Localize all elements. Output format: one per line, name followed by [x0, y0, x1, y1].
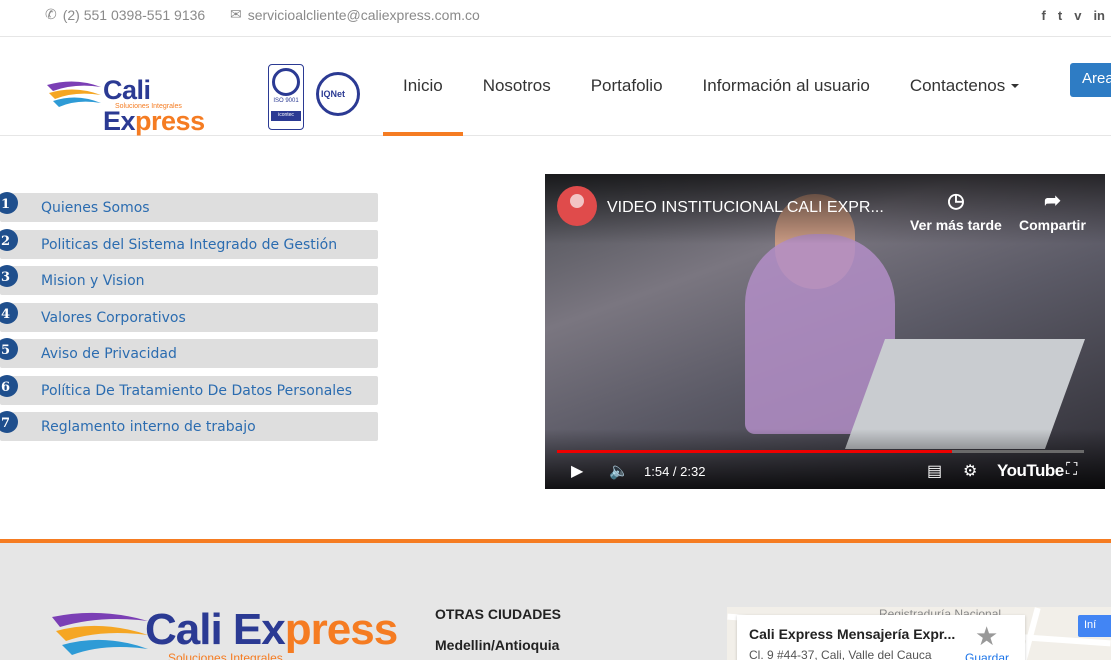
menu-item-label[interactable]: Mision y Vision	[41, 273, 145, 289]
number-badge: 3	[0, 265, 18, 287]
vine-icon[interactable]: v	[1074, 8, 1081, 23]
menu-item-label[interactable]: Reglamento interno de trabajo	[41, 419, 256, 435]
footer-logo-text: Cali Express	[145, 605, 398, 654]
footer: Cali Express Soluciones Integrales OTRAS…	[0, 539, 1111, 660]
number-badge: 7	[0, 411, 18, 433]
place-name[interactable]: Cali Express Mensajería Expr...	[749, 626, 955, 642]
nav-nosotros[interactable]: Nosotros	[463, 37, 571, 135]
iso-certification-badge: ISO 9001 icontec	[268, 64, 304, 130]
captions-icon[interactable]: ▤	[927, 461, 942, 481]
number-badge: 4	[0, 301, 18, 324]
menu-item-reglamento[interactable]: 7 Reglamento interno de trabajo	[0, 411, 378, 441]
settings-gear-icon[interactable]: ⚙	[963, 461, 977, 481]
about-menu: 1 Quienes Somos 2 Politicas del Sistema …	[0, 192, 380, 449]
facebook-icon[interactable]: f	[1042, 8, 1046, 23]
menu-item-label[interactable]: Quienes Somos	[41, 200, 150, 216]
share-icon: ➦	[1044, 190, 1061, 212]
logo[interactable]: Cali Express Soluciones Integrales	[45, 75, 255, 136]
menu-item-aviso-privacidad[interactable]: 5 Aviso de Privacidad	[0, 338, 378, 368]
logo-swoosh-icon	[52, 612, 148, 655]
social-links: f t v in	[1042, 8, 1105, 23]
menu-item-quienes-somos[interactable]: 1 Quienes Somos	[0, 192, 378, 222]
watch-later-label: Ver más tarde	[910, 217, 1002, 233]
city-link[interactable]: Medellin/Antioquia	[435, 637, 559, 653]
footer-logo-subtitle: Soluciones Integrales	[168, 651, 283, 660]
iqnet-certification-badge: IQNet	[316, 72, 360, 116]
phone-contact: ✆ (2) 551 0398-551 9136	[45, 6, 205, 23]
youtube-logo[interactable]: YouTube	[997, 461, 1064, 481]
share-label: Compartir	[1019, 217, 1086, 233]
caret-down-icon	[1011, 84, 1020, 88]
footer-logo[interactable]: Cali Express Soluciones Integrales	[50, 605, 410, 660]
main-nav: Inicio Nosotros Portafolio Información a…	[383, 37, 1039, 136]
video-progress-fill	[557, 450, 953, 453]
video-title[interactable]: VIDEO INSTITUCIONAL CALI EXPR...	[607, 199, 884, 217]
phone-icon: ✆	[45, 6, 57, 22]
menu-item-label[interactable]: Politicas del Sistema Integrado de Gesti…	[41, 237, 337, 253]
mail-icon: ✉	[230, 6, 242, 22]
area-button[interactable]: Area	[1070, 63, 1111, 97]
menu-item-tratamiento-datos[interactable]: 6 Política De Tratamiento De Datos Perso…	[0, 374, 378, 405]
top-bar: ✆ (2) 551 0398-551 9136 ✉ servicioalclie…	[0, 0, 1111, 37]
video-progress-bar[interactable]	[557, 450, 1084, 453]
logo-subtitle: Soluciones Integrales	[115, 103, 182, 110]
channel-avatar[interactable]	[557, 186, 597, 226]
nav-contactenos[interactable]: Contactenos	[890, 37, 1039, 135]
place-address: Cl. 9 #44-37, Cali, Valle del Cauca	[749, 648, 932, 660]
nav-informacion-usuario[interactable]: Información al usuario	[683, 37, 890, 135]
watch-later-button[interactable]: ◷ Ver más tarde	[910, 188, 1002, 233]
twitter-icon[interactable]: t	[1058, 8, 1062, 23]
video-time: 1:54 / 2:32	[644, 464, 706, 479]
nav-contactenos-label: Contactenos	[909, 76, 1006, 95]
logo-swoosh-icon	[47, 81, 101, 107]
email-address[interactable]: servicioalcliente@caliexpress.com.co	[248, 7, 480, 23]
header: Cali Express Soluciones Integrales ISO 9…	[0, 37, 1111, 136]
nav-portafolio[interactable]: Portafolio	[571, 37, 683, 135]
star-icon[interactable]: ★	[975, 621, 998, 652]
page: ✆ (2) 551 0398-551 9136 ✉ servicioalclie…	[0, 0, 1111, 660]
nav-inicio[interactable]: Inicio	[383, 37, 463, 136]
video-player[interactable]: VIDEO INSTITUCIONAL CALI EXPR... ◷ Ver m…	[545, 174, 1105, 489]
map-place-card[interactable]: Cali Express Mensajería Expr... Cl. 9 #4…	[737, 615, 1025, 660]
volume-icon[interactable]: 🔈	[609, 461, 629, 481]
save-place-link[interactable]: Guardar	[965, 651, 1009, 660]
phone-number: (2) 551 0398-551 9136	[62, 6, 206, 23]
menu-item-politicas[interactable]: 2 Politicas del Sistema Integrado de Ges…	[0, 228, 378, 259]
map-signin-button[interactable]: Iní	[1078, 615, 1111, 637]
video-controls: ▶ 🔈 1:54 / 2:32 ▤ ⚙ YouTube ⛶	[545, 457, 1105, 487]
other-cities-heading: OTRAS CIUDADES	[435, 606, 562, 622]
number-badge: 5	[0, 338, 18, 360]
fullscreen-icon[interactable]: ⛶	[1066, 461, 1077, 479]
share-button[interactable]: ➦ Compartir	[1019, 188, 1086, 233]
clock-icon: ◷	[947, 190, 965, 212]
menu-item-label[interactable]: Aviso de Privacidad	[41, 346, 177, 362]
menu-item-valores[interactable]: 4 Valores Corporativos	[0, 301, 378, 332]
number-badge: 2	[0, 228, 18, 251]
menu-item-label[interactable]: Valores Corporativos	[41, 310, 186, 326]
map-embed[interactable]: Registraduría Nacional Cali Express Mens…	[727, 607, 1111, 660]
menu-item-label[interactable]: Política De Tratamiento De Datos Persona…	[41, 383, 352, 399]
play-icon[interactable]: ▶	[571, 461, 583, 481]
linkedin-icon[interactable]: in	[1093, 8, 1105, 23]
number-badge: 6	[0, 374, 18, 397]
number-badge: 1	[0, 192, 18, 214]
email-contact[interactable]: ✉ servicioalcliente@caliexpress.com.co	[230, 6, 480, 23]
menu-item-mision-vision[interactable]: 3 Mision y Vision	[0, 265, 378, 295]
